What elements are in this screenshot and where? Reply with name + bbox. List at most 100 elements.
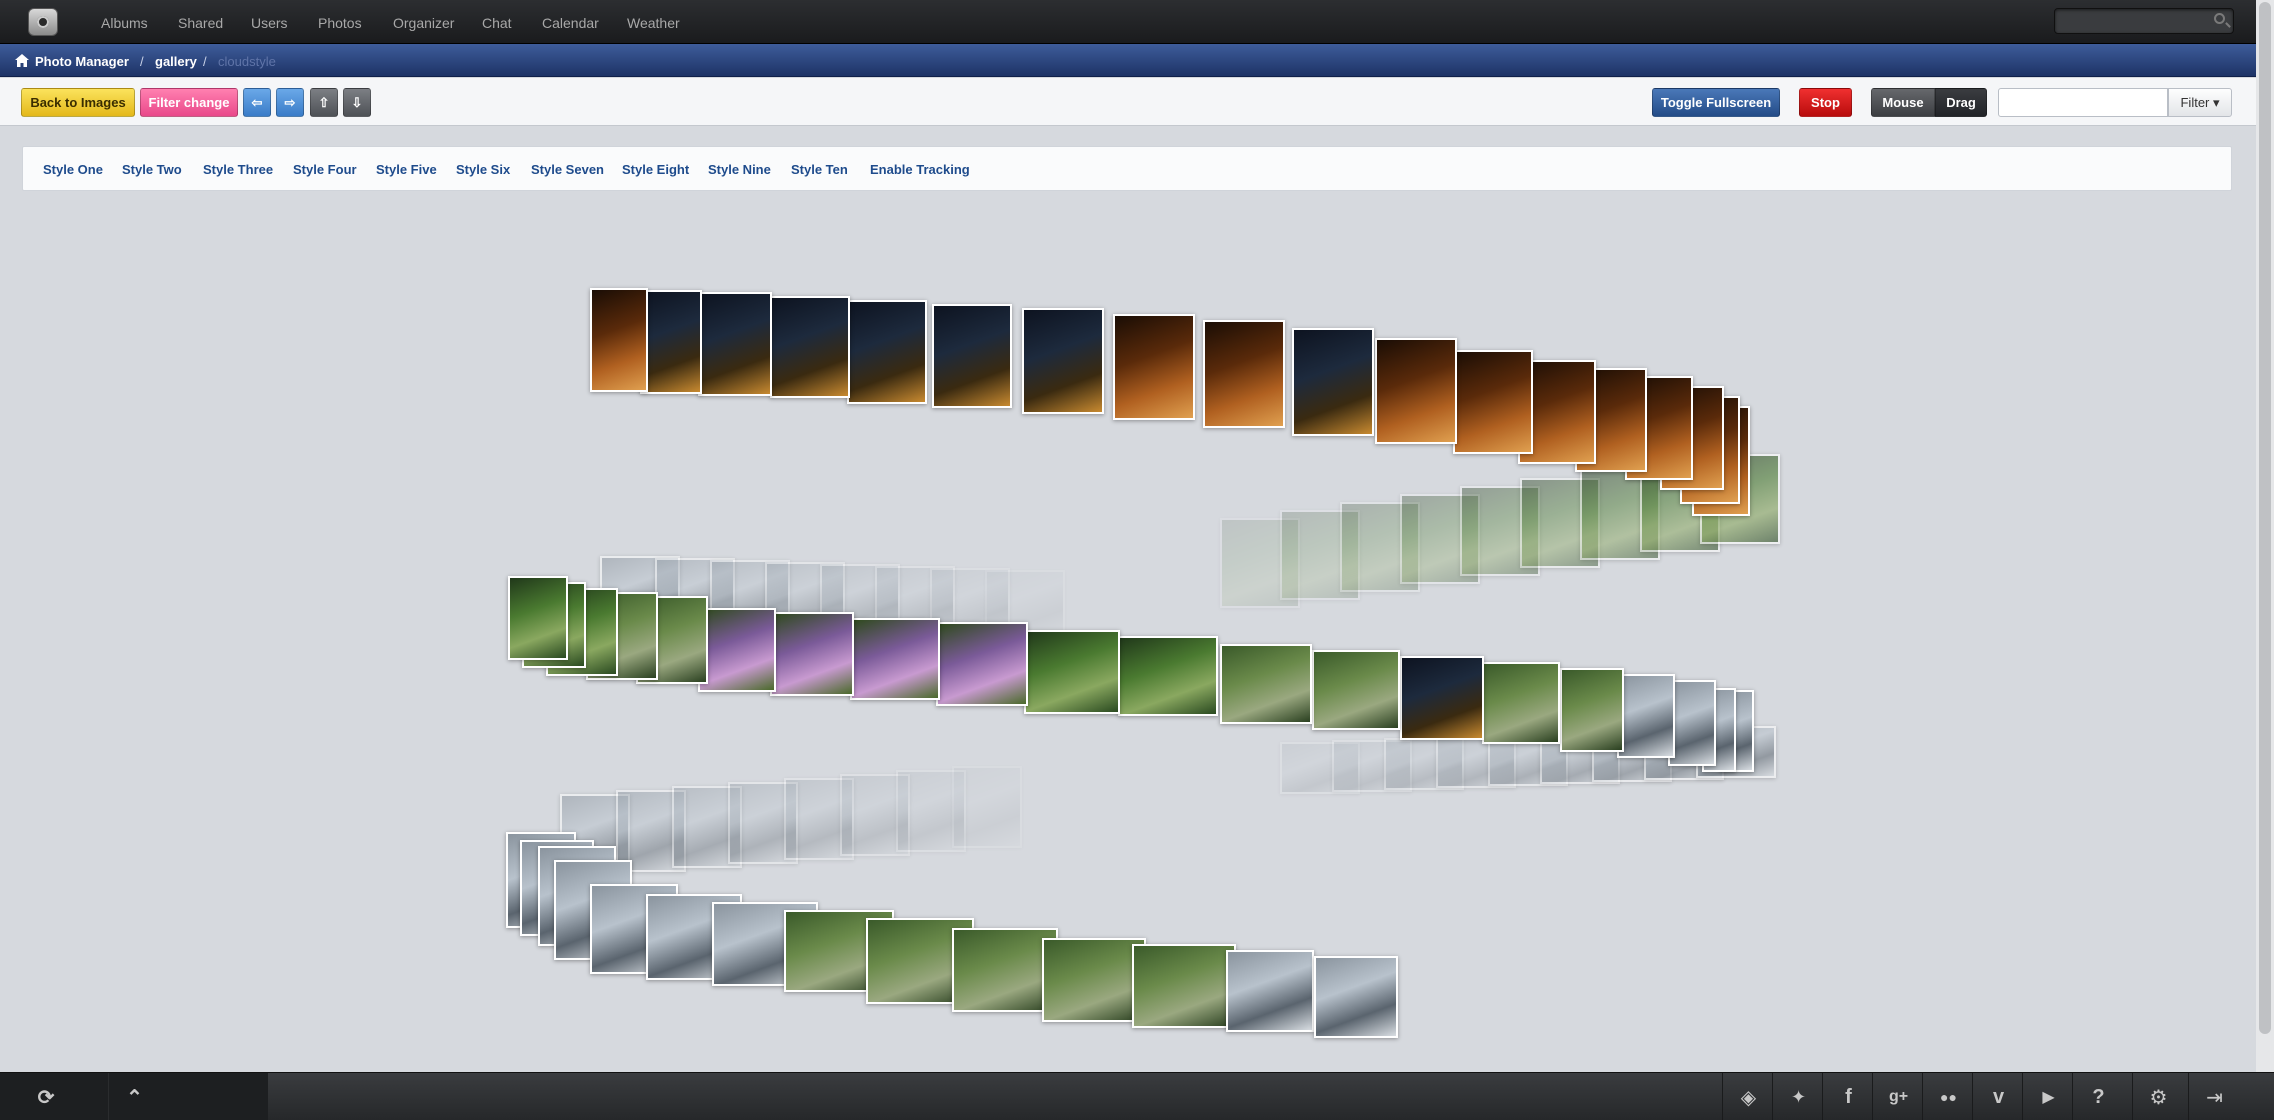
photo-thumbnail [1228,952,1312,1030]
gallery-photo[interactable] [590,288,648,392]
facebook-button[interactable]: f [1822,1073,1874,1120]
arrow-right-button[interactable]: ⇨ [276,88,304,117]
gallery-photo[interactable] [952,766,1022,848]
arrow-down-button[interactable]: ⇩ [343,88,371,117]
gallery-photo[interactable] [1203,320,1285,428]
twitter-button[interactable]: ✦ [1772,1073,1824,1120]
app-logo-icon[interactable] [28,8,58,36]
gallery-photo[interactable] [1617,674,1675,758]
scrollbar-thumb[interactable] [2259,2,2271,1034]
nav-weather[interactable]: Weather [627,15,680,31]
style-four-link[interactable]: Style Four [293,162,357,177]
nav-shared[interactable]: Shared [178,15,223,31]
gallery-photo[interactable] [1400,656,1484,740]
top-search-input[interactable] [2054,8,2234,34]
photo-thumbnail [1455,352,1531,452]
footer-bar: ⟳ ⌃ ◈ ✦ f g+ ●● v ▶ ? ⚙ ⇥ [0,1072,2274,1120]
gallery-photo[interactable] [1312,650,1400,730]
toggle-fullscreen-button[interactable]: Toggle Fullscreen [1652,88,1780,117]
back-to-images-button[interactable]: Back to Images [21,88,135,117]
photo-cloud-gallery[interactable] [0,200,2256,1070]
gallery-photo[interactable] [1453,350,1533,454]
nav-chat[interactable]: Chat [482,15,512,31]
arrow-up-button[interactable]: ⇧ [310,88,338,117]
gallery-photo[interactable] [936,622,1028,706]
gallery-photo[interactable] [847,300,927,404]
nav-organizer[interactable]: Organizer [393,15,454,31]
nav-photos[interactable]: Photos [318,15,362,31]
photo-thumbnail [1024,310,1102,412]
settings-button[interactable]: ⚙ [2132,1073,2184,1120]
gallery-photo[interactable] [698,608,776,692]
page-scrollbar[interactable] [2256,0,2274,1072]
gallery-photo[interactable] [1113,314,1195,420]
dropbox-icon: ◈ [1740,1086,1757,1109]
home-icon[interactable] [15,54,29,67]
style-three-link[interactable]: Style Three [203,162,273,177]
filter-dropdown-button[interactable]: Filter ▾ [2168,88,2232,117]
gallery-photo[interactable] [698,292,772,396]
gallery-photo[interactable] [1220,644,1312,724]
style-six-link[interactable]: Style Six [456,162,510,177]
youtube-button[interactable]: ▶ [2022,1073,2074,1120]
gallery-photo[interactable] [1132,944,1236,1028]
nav-albums[interactable]: Albums [101,15,148,31]
style-nine-link[interactable]: Style Nine [708,162,771,177]
flickr-button[interactable]: ●● [1922,1073,1974,1120]
gallery-photo[interactable] [1024,630,1120,714]
gallery-photo[interactable] [1482,662,1560,744]
collapse-up-button[interactable]: ⌃ [108,1073,160,1120]
gallery-photo[interactable] [1118,636,1218,716]
gallery-photo[interactable] [850,618,940,700]
stop-button[interactable]: Stop [1799,88,1852,117]
gallery-photo[interactable] [932,304,1012,408]
filter-change-button[interactable]: Filter change [140,88,238,117]
drag-mode-button[interactable]: Drag [1935,88,1987,117]
style-two-link[interactable]: Style Two [122,162,182,177]
arrow-left-button[interactable]: ⇦ [243,88,271,117]
gallery-photo[interactable] [1668,680,1716,766]
photo-thumbnail [642,292,700,392]
google-plus-button[interactable]: g+ [1872,1073,1924,1120]
gallery-photo[interactable] [508,576,568,660]
logout-button[interactable]: ⇥ [2188,1073,2240,1120]
photo-thumbnail [1205,322,1283,426]
refresh-button[interactable]: ⟳ [20,1073,72,1120]
nav-users[interactable]: Users [251,15,288,31]
style-one-link[interactable]: Style One [43,162,103,177]
gallery-photo[interactable] [770,612,854,696]
breadcrumb-gallery[interactable]: gallery [155,54,197,69]
style-ten-link[interactable]: Style Ten [791,162,848,177]
vimeo-button[interactable]: v [1972,1073,2024,1120]
dropbox-button[interactable]: ◈ [1722,1073,1774,1120]
arrow-down-icon: ⇩ [351,94,363,110]
style-seven-link[interactable]: Style Seven [531,162,604,177]
breadcrumb-photo-manager[interactable]: Photo Manager [35,54,129,69]
filter-input[interactable] [1998,88,2168,117]
gallery-photo[interactable] [1042,938,1146,1022]
style-eight-link[interactable]: Style Eight [622,162,689,177]
mouse-mode-button[interactable]: Mouse [1871,88,1935,117]
top-navbar: Albums Shared Users Photos Organizer Cha… [0,0,2274,44]
style-five-link[interactable]: Style Five [376,162,437,177]
gallery-photo[interactable] [1314,956,1398,1038]
help-icon: ? [2092,1085,2105,1108]
gallery-photo[interactable] [1560,668,1624,752]
refresh-icon: ⟳ [37,1086,55,1109]
photo-thumbnail [772,614,852,694]
gallery-photo[interactable] [1292,328,1374,436]
enable-tracking-link[interactable]: Enable Tracking [870,162,970,177]
photo-thumbnail [1402,658,1482,738]
gallery-photo[interactable] [1375,338,1457,444]
gallery-photo[interactable] [770,296,850,398]
help-button[interactable]: ? [2072,1073,2124,1120]
photo-thumbnail [1115,316,1193,418]
gallery-photo[interactable] [1226,950,1314,1032]
chevron-up-icon: ⌃ [126,1086,143,1109]
gallery-photo[interactable] [1022,308,1104,414]
photo-thumbnail [510,578,566,658]
gallery-photo[interactable] [640,290,702,394]
nav-calendar[interactable]: Calendar [542,15,599,31]
search-icon [2214,13,2225,24]
photo-thumbnail [700,610,774,690]
